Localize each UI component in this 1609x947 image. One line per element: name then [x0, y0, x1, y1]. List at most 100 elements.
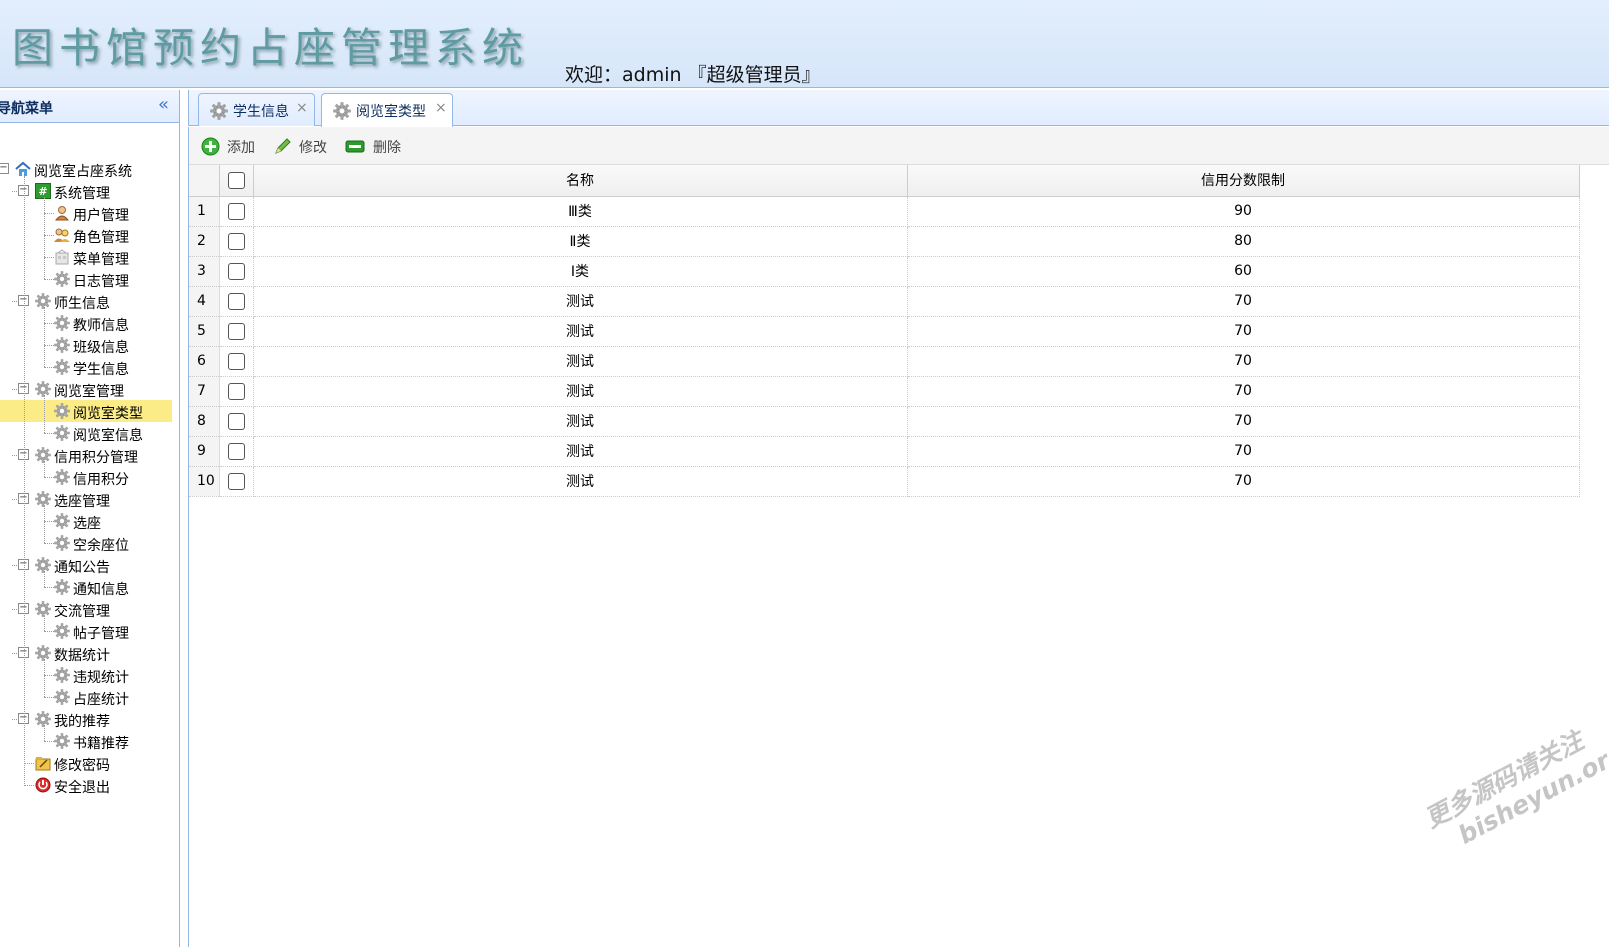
table-row[interactable]: 8 测试 70	[189, 406, 1580, 437]
home-icon	[15, 161, 31, 177]
tab-label: 学生信息	[233, 104, 289, 120]
cell-name: Ⅲ类	[253, 196, 908, 227]
row-checkbox[interactable]	[227, 202, 245, 220]
nav-title: 导航菜单	[0, 101, 53, 117]
row-checkbox[interactable]	[227, 232, 245, 250]
tree-node-label: 交流管理	[54, 604, 110, 620]
tree-root[interactable]: 阅览室占座系统	[0, 158, 172, 180]
table-row[interactable]: 7 测试 70	[189, 376, 1580, 407]
sidebar-item-0-2[interactable]: 菜单管理	[0, 246, 172, 268]
sidebar-item-4-1[interactable]: 空余座位	[0, 532, 172, 554]
tree-node-label: 师生信息	[54, 296, 110, 312]
tree-group-8[interactable]: 我的推荐	[0, 708, 172, 730]
sidebar-item-2-0[interactable]: 阅览室类型	[0, 400, 172, 422]
cell-credit-limit: 80	[907, 226, 1580, 257]
select-all-checkbox[interactable]	[227, 171, 245, 189]
sidebar-item-3-0[interactable]: 信用积分	[0, 466, 172, 488]
delete-button[interactable]: 删除	[345, 134, 403, 158]
cell-credit-limit: 70	[907, 316, 1580, 347]
row-select-cell	[219, 376, 254, 407]
row-checkbox[interactable]	[227, 322, 245, 340]
cell-name: Ⅰ类	[253, 256, 908, 287]
sidebar-item-1-0[interactable]: 教师信息	[0, 312, 172, 334]
table-row[interactable]: 2 Ⅱ类 80	[189, 226, 1580, 257]
tree-group-7[interactable]: 数据统计	[0, 642, 172, 664]
row-checkbox[interactable]	[227, 412, 245, 430]
sidebar-item-1-2[interactable]: 学生信息	[0, 356, 172, 378]
add-button[interactable]: 添加	[201, 134, 259, 158]
edit-button[interactable]: 修改	[273, 134, 331, 158]
sidebar-item-8-0[interactable]: 书籍推荐	[0, 730, 172, 752]
select-all-cell	[219, 165, 254, 197]
tree-connector	[44, 571, 45, 587]
close-icon[interactable]: ×	[296, 100, 308, 116]
table-row[interactable]: 1 Ⅲ类 90	[189, 196, 1580, 227]
sidebar-item-4-0[interactable]: 选座	[0, 510, 172, 532]
row-checkbox[interactable]	[227, 292, 245, 310]
tree-node-label: 角色管理	[73, 230, 129, 246]
column-header-credit-limit[interactable]: 信用分数限制	[907, 165, 1580, 197]
row-number: 8	[189, 406, 220, 437]
row-checkbox[interactable]	[227, 442, 245, 460]
row-checkbox[interactable]	[227, 472, 245, 490]
sidebar-item-5-0[interactable]: 通知信息	[0, 576, 172, 598]
grid-body: 1 Ⅲ类 90 2 Ⅱ类 80 3 Ⅰ类 60 4 测试 70 5 测试 70 6 测试 70 7 测试 70 8 测试 70…	[189, 196, 1580, 497]
close-icon[interactable]: ×	[435, 100, 447, 116]
sidebar-item-0-1[interactable]: 角色管理	[0, 224, 172, 246]
gear-icon	[54, 667, 70, 683]
tree-node-label: 选座	[73, 516, 101, 532]
row-select-cell	[219, 316, 254, 347]
tree-node-label: 占座统计	[73, 692, 129, 708]
tree-connector	[44, 307, 45, 367]
svg-text:#: #	[38, 185, 47, 198]
table-row[interactable]: 5 测试 70	[189, 316, 1580, 347]
table-row[interactable]: 3 Ⅰ类 60	[189, 256, 1580, 287]
gear-icon	[54, 271, 70, 287]
tree-group-1[interactable]: 师生信息	[0, 290, 172, 312]
user-icon	[54, 205, 70, 221]
tree-connector	[44, 461, 45, 477]
gear-icon	[54, 623, 70, 639]
sidebar-item-7-1[interactable]: 占座统计	[0, 686, 172, 708]
tree-node-label: 通知信息	[73, 582, 129, 598]
row-checkbox[interactable]	[227, 382, 245, 400]
row-number: 5	[189, 316, 220, 347]
row-checkbox[interactable]	[227, 352, 245, 370]
nav-header: 导航菜单 «	[0, 90, 179, 123]
tree-node-label: 通知公告	[54, 560, 110, 576]
row-select-cell	[219, 406, 254, 437]
sidebar-item-7-0[interactable]: 违规统计	[0, 664, 172, 686]
tree-group-4[interactable]: 选座管理	[0, 488, 172, 510]
cell-credit-limit: 60	[907, 256, 1580, 287]
tab-student-info[interactable]: 学生信息 ×	[198, 93, 315, 126]
table-row[interactable]: 9 测试 70	[189, 436, 1580, 467]
sidebar-extra-0[interactable]: 修改密码	[0, 752, 172, 774]
tree-group-6[interactable]: 交流管理	[0, 598, 172, 620]
cell-credit-limit: 70	[907, 436, 1580, 467]
header-bar: 图书馆预约占座管理系统 欢迎：admin 『超级管理员』	[0, 0, 1609, 88]
sidebar-extra-1[interactable]: 安全退出	[0, 774, 172, 796]
row-checkbox[interactable]	[227, 262, 245, 280]
tree-group-2[interactable]: 阅览室管理	[0, 378, 172, 400]
delete-label: 删除	[373, 140, 401, 156]
table-row[interactable]: 10 测试 70	[189, 466, 1580, 497]
tree-group-0[interactable]: # 系统管理	[0, 180, 172, 202]
column-header-name[interactable]: 名称	[253, 165, 908, 197]
double-chevron-left-icon[interactable]: «	[158, 94, 169, 115]
sidebar-item-6-0[interactable]: 帖子管理	[0, 620, 172, 642]
table-row[interactable]: 4 测试 70	[189, 286, 1580, 317]
tree-group-5[interactable]: 通知公告	[0, 554, 172, 576]
sidebar-item-2-1[interactable]: 阅览室信息	[0, 422, 172, 444]
tree-node-label: 班级信息	[73, 340, 129, 356]
sidebar-item-0-3[interactable]: 日志管理	[0, 268, 172, 290]
row-select-cell	[219, 256, 254, 287]
tree-group-3[interactable]: 信用积分管理	[0, 444, 172, 466]
tab-reading-room-type[interactable]: 阅览室类型 ×	[321, 93, 453, 127]
sidebar-item-0-0[interactable]: 用户管理	[0, 202, 172, 224]
sidebar-item-1-1[interactable]: 班级信息	[0, 334, 172, 356]
table-row[interactable]: 6 测试 70	[189, 346, 1580, 377]
tree-node-label: 教师信息	[73, 318, 129, 334]
row-select-cell	[219, 226, 254, 257]
tree-node-label: 选座管理	[54, 494, 110, 510]
menu-icon	[54, 249, 70, 265]
